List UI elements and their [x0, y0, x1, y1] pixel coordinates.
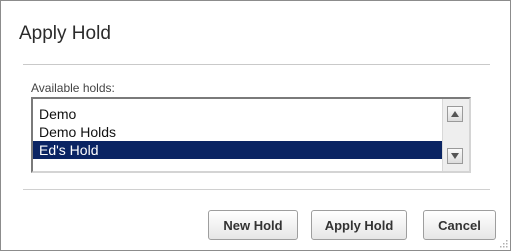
cancel-button[interactable]: Cancel: [423, 210, 496, 240]
apply-hold-button[interactable]: Apply Hold: [311, 210, 407, 240]
down-arrow-icon: [451, 153, 459, 159]
title-divider: [23, 64, 490, 65]
list-scrollbar[interactable]: [442, 99, 469, 171]
up-arrow-icon: [451, 111, 459, 117]
available-holds-label: Available holds:: [31, 81, 115, 95]
apply-hold-dialog: Apply Hold Available holds: Demo Demo Ho…: [0, 0, 511, 251]
holds-list: Demo Demo Holds Ed's Hold: [33, 105, 442, 159]
button-bar-divider: [23, 189, 490, 190]
available-holds-listbox[interactable]: Demo Demo Holds Ed's Hold: [31, 97, 471, 173]
list-item-eds-hold[interactable]: Ed's Hold: [33, 141, 442, 159]
scroll-down-button[interactable]: [447, 148, 463, 164]
list-item-demo-holds[interactable]: Demo Holds: [33, 123, 442, 141]
scroll-up-button[interactable]: [447, 106, 463, 122]
dialog-title: Apply Hold: [19, 23, 111, 44]
list-item-demo[interactable]: Demo: [33, 105, 442, 123]
new-hold-button[interactable]: New Hold: [208, 210, 298, 240]
resize-grip-icon[interactable]: [500, 240, 508, 248]
